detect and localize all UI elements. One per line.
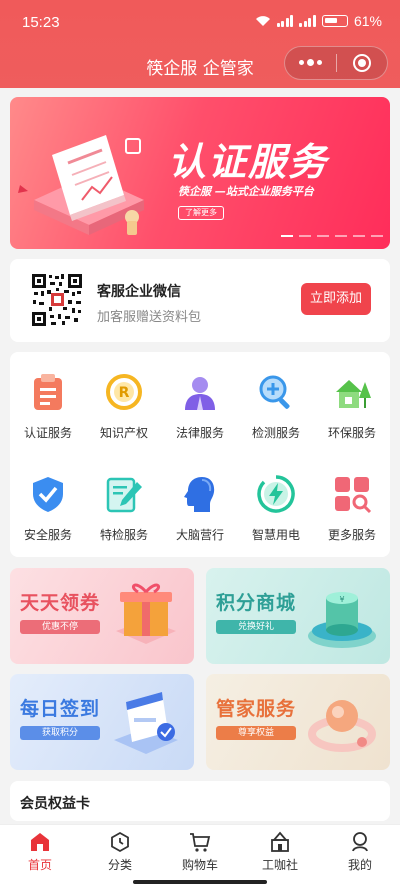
lightning-icon xyxy=(257,475,295,513)
building-icon xyxy=(271,831,289,852)
promo-badge: 兑换好礼 xyxy=(216,620,296,634)
status-bar: 15:23 61% xyxy=(0,0,400,44)
member-card-title: 会员权益卡 xyxy=(20,796,90,812)
promo-title: 积分商城 xyxy=(216,592,297,614)
page-indicator[interactable] xyxy=(335,235,347,237)
service-label: 知识产权 xyxy=(99,426,148,440)
certificate-illustration xyxy=(18,135,144,235)
promo-badge: 优惠不停 xyxy=(20,620,100,634)
banner-subtitle: 筷企服 —站式企业服务平台 xyxy=(178,185,314,198)
promo-title: 管家服务 xyxy=(216,698,297,720)
tab-category[interactable]: 分类 xyxy=(80,831,160,873)
service-label: 检测服务 xyxy=(251,426,300,440)
svg-text:R: R xyxy=(119,385,130,401)
tab-community[interactable]: 工咖社 xyxy=(240,831,320,873)
service-item-certification[interactable]: 认证服务 xyxy=(10,372,86,441)
battery-icon xyxy=(321,15,348,27)
service-item-legal[interactable]: 法律服务 xyxy=(162,372,238,441)
registered-icon: R xyxy=(106,374,142,410)
promo-daily-checkin[interactable]: 每日签到 获取积分 xyxy=(10,674,194,770)
shield-check-icon xyxy=(33,477,63,512)
magnifier-plus-icon xyxy=(259,375,290,409)
user-icon xyxy=(352,832,368,852)
tab-label: 首页 xyxy=(27,858,52,872)
home-indicator xyxy=(133,880,267,884)
hero-banner[interactable]: 认证服务 筷企服 —站式企业服务平台 了解更多 xyxy=(10,97,390,249)
promo-title: 天天领券 xyxy=(20,592,101,614)
service-item-smart-power[interactable]: 智慧用电 xyxy=(238,474,314,543)
target-icon xyxy=(352,54,371,72)
home-icon xyxy=(31,833,49,851)
wechat-card-title: 客服企业微信 xyxy=(97,284,181,300)
promo-badge: 获取积分 xyxy=(20,726,100,740)
promo-points-mall[interactable]: 积分商城 兑换好礼 ¥ xyxy=(206,568,390,664)
tab-label: 购物车 xyxy=(181,858,218,872)
signal-icon-2 xyxy=(299,15,316,27)
gift-box-illustration xyxy=(116,583,176,644)
page-indicator[interactable] xyxy=(299,235,311,237)
page-indicator[interactable] xyxy=(281,235,293,237)
banner-pagination xyxy=(281,235,383,237)
service-item-environment[interactable]: 环保服务 xyxy=(314,372,390,441)
signal-icon xyxy=(276,15,294,27)
banner-title: 认证服务 xyxy=(168,140,329,184)
page-indicator[interactable] xyxy=(353,235,365,237)
service-label: 认证服务 xyxy=(23,426,72,440)
status-indicators: 61% xyxy=(255,13,382,29)
green-house-icon xyxy=(336,380,371,408)
close-mini-program-button[interactable] xyxy=(336,46,387,80)
promo-butler-service[interactable]: 管家服务 尊享权益 xyxy=(206,674,390,770)
calendar-illustration xyxy=(114,692,178,754)
service-label: 特检服务 xyxy=(99,528,148,542)
tab-home[interactable]: 首页 xyxy=(0,831,80,873)
service-item-security[interactable]: 安全服务 xyxy=(10,474,86,543)
service-label: 智慧用电 xyxy=(251,528,300,542)
lawyer-icon xyxy=(185,377,215,410)
service-label: 安全服务 xyxy=(23,528,72,542)
top-header: 15:23 61% 筷企服 企管家 xyxy=(0,0,400,88)
cart-icon xyxy=(190,833,211,852)
compass-icon xyxy=(111,831,129,853)
tab-label: 我的 xyxy=(347,858,372,872)
clipboard-icon xyxy=(34,374,62,410)
wechat-service-card: 客服企业微信 加客服赠送资料包 立即添加 xyxy=(10,259,390,342)
more-dots-icon xyxy=(298,59,322,66)
service-item-special-inspection[interactable]: 特检服务 xyxy=(86,474,162,543)
add-now-button[interactable]: 立即添加 xyxy=(301,283,371,315)
promo-title: 每日签到 xyxy=(20,698,101,720)
head-profile-icon xyxy=(184,477,215,512)
promo-coupons[interactable]: 天天领券 优惠不停 xyxy=(10,568,194,664)
member-benefits-card[interactable]: 会员权益卡 xyxy=(10,781,390,821)
services-grid: 认证服务 R 知识产权 法律服务 检测服务 环保服务 安全服务 特检服务 大脑营… xyxy=(10,352,390,557)
orb-ring-illustration xyxy=(308,700,376,752)
coin-stack-illustration: ¥ xyxy=(308,592,376,648)
wechat-card-subtitle: 加客服赠送资料包 xyxy=(97,310,202,325)
tab-cart[interactable]: 购物车 xyxy=(160,831,240,873)
qr-code-image xyxy=(32,274,82,326)
svg-text:¥: ¥ xyxy=(339,595,344,604)
banner-learn-more-button[interactable]: 了解更多 xyxy=(178,206,224,220)
tab-label: 工咖社 xyxy=(261,858,298,872)
service-item-testing[interactable]: 检测服务 xyxy=(238,372,314,441)
service-item-ip[interactable]: R 知识产权 xyxy=(86,372,162,441)
grid-search-icon xyxy=(335,477,372,514)
wifi-icon xyxy=(255,16,270,26)
service-item-brain[interactable]: 大脑营行 xyxy=(162,474,238,543)
page-indicator[interactable] xyxy=(317,235,329,237)
status-time: 15:23 xyxy=(22,14,60,31)
pen-document-icon xyxy=(106,477,142,513)
mini-program-capsule xyxy=(284,46,388,80)
promo-badge: 尊享权益 xyxy=(216,726,296,740)
tab-profile[interactable]: 我的 xyxy=(320,831,400,873)
tab-label: 分类 xyxy=(107,858,132,872)
service-item-more[interactable]: 更多服务 xyxy=(314,474,390,543)
more-menu-button[interactable] xyxy=(285,46,336,80)
service-label: 大脑营行 xyxy=(175,528,224,542)
battery-level: 61% xyxy=(353,13,382,29)
service-label: 法律服务 xyxy=(175,426,224,440)
service-label: 环保服务 xyxy=(327,426,376,440)
page-indicator[interactable] xyxy=(371,235,383,237)
service-label: 更多服务 xyxy=(327,528,376,542)
